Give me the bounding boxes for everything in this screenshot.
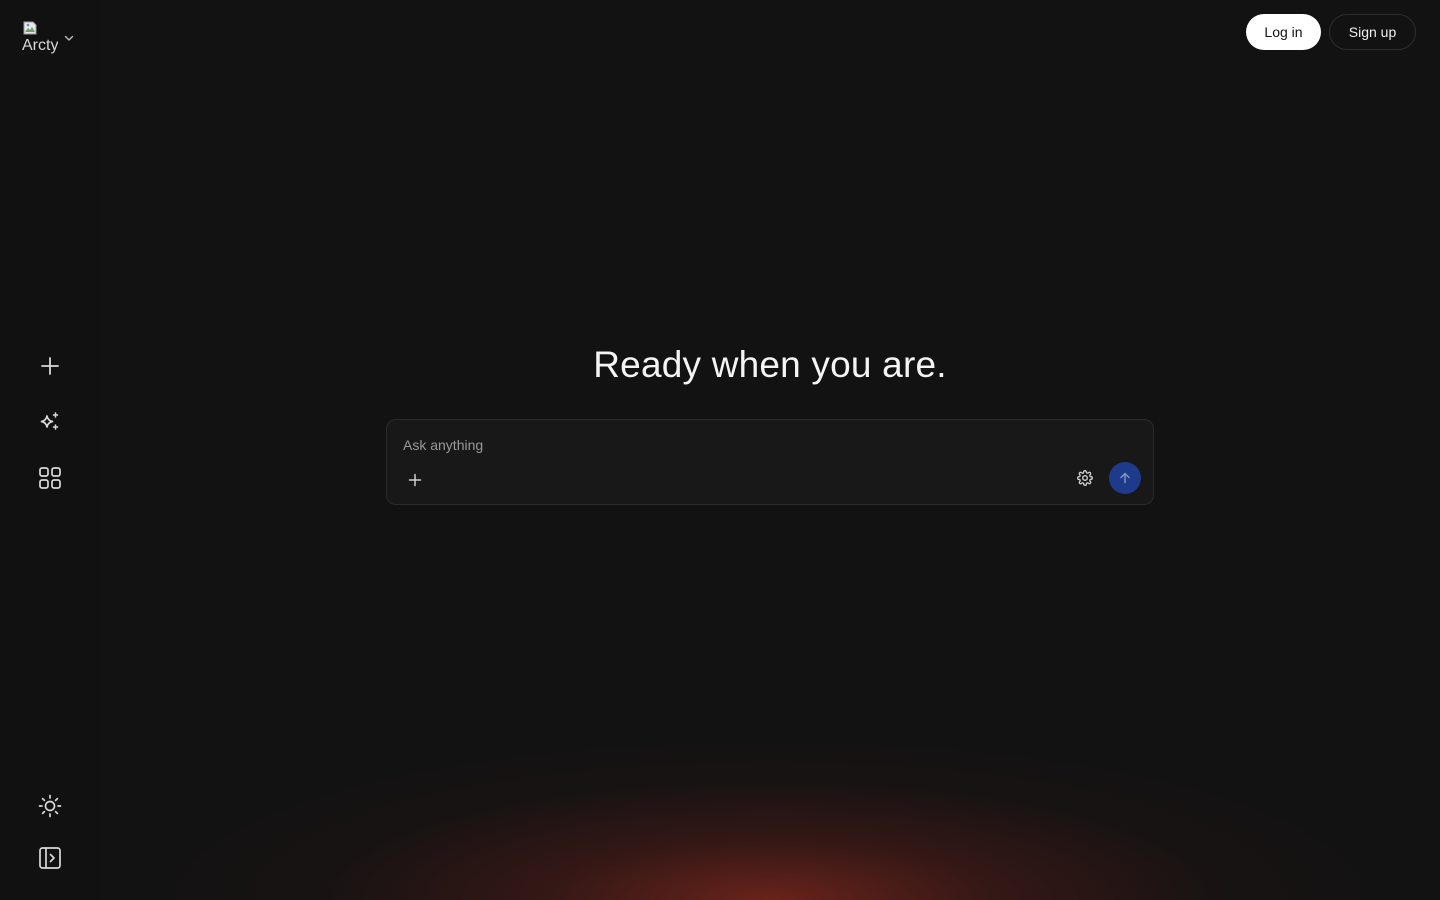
- page-title: Ready when you are.: [593, 344, 947, 385]
- sidebar-panel-icon: [39, 847, 61, 869]
- apps-button[interactable]: [30, 458, 70, 498]
- toggle-sidebar-button[interactable]: [30, 838, 70, 878]
- plus-icon: [408, 473, 422, 487]
- sun-icon: [38, 794, 62, 818]
- explore-button[interactable]: [30, 402, 70, 442]
- arrow-up-icon: [1120, 472, 1130, 484]
- app-window: Arcty Log in Sign up Ready when you are.…: [0, 0, 1440, 900]
- attach-button[interactable]: [403, 468, 427, 492]
- grid-icon: [39, 467, 61, 489]
- broken-image-icon: [23, 21, 37, 35]
- send-button[interactable]: [1109, 462, 1141, 494]
- new-chat-button[interactable]: [30, 346, 70, 386]
- sparkles-icon: [40, 412, 59, 430]
- chevron-down-icon: [64, 35, 74, 41]
- theme-toggle-button[interactable]: [30, 786, 70, 826]
- plus-icon: [41, 357, 59, 375]
- gear-icon: [1077, 470, 1093, 486]
- tools-settings-button[interactable]: [1073, 466, 1097, 490]
- brand-logo: Arcty: [22, 20, 58, 56]
- signup-button[interactable]: Sign up: [1329, 14, 1416, 50]
- background-glow: [100, 720, 1440, 900]
- sidebar-rail: Arcty: [0, 0, 100, 900]
- chat-input[interactable]: [403, 434, 1103, 456]
- login-button[interactable]: Log in: [1246, 14, 1321, 50]
- brand-switcher[interactable]: Arcty: [22, 18, 76, 58]
- chat-composer: [386, 419, 1154, 505]
- brand-logo-alt-text: Arcty: [22, 37, 58, 54]
